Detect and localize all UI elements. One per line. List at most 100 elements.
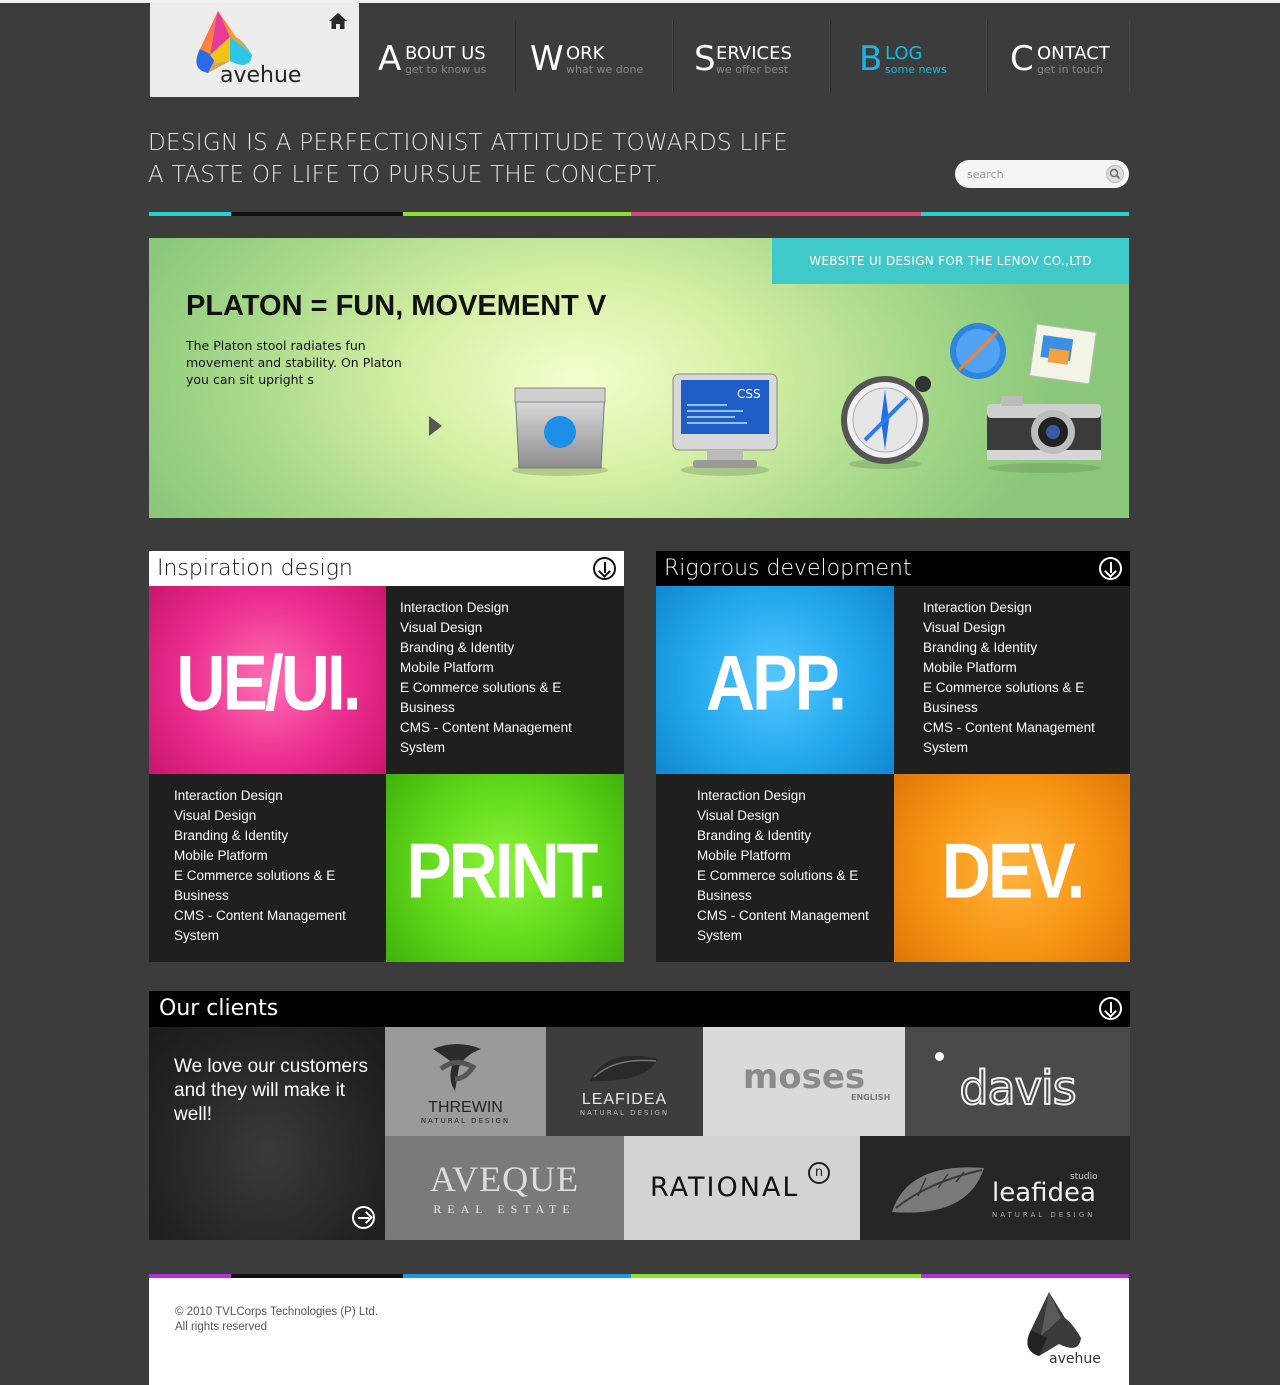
copyright-text: © 2010 TVLCorps Technologies (P) Ltd.	[175, 1306, 379, 1318]
service-list-item[interactable]: Business	[174, 886, 346, 906]
client-name: THREWIN	[428, 1099, 503, 1116]
service-list-item[interactable]: Mobile Platform	[923, 658, 1095, 678]
service-list-item[interactable]: Branding & Identity	[697, 826, 869, 846]
service-list-item[interactable]: Interaction Design	[923, 598, 1095, 618]
client-logo-rational[interactable]: RATIONAL n	[624, 1136, 860, 1240]
nav-subtitle: get in touch	[1037, 63, 1104, 76]
client-name: AVEQUE	[429, 1159, 580, 1199]
dev-tile[interactable]: DEV.	[894, 774, 1130, 962]
play-arrow-icon[interactable]	[429, 416, 442, 436]
home-icon[interactable]	[328, 11, 348, 31]
service-list-item[interactable]: Interaction Design	[697, 786, 869, 806]
nav-about-us[interactable]: A BOUT US get to know us	[362, 20, 515, 92]
clients-title: Our clients	[159, 996, 279, 1021]
service-list-item[interactable]: CMS - Content Management	[923, 718, 1095, 738]
next-arrow-icon[interactable]	[352, 1206, 375, 1229]
service-list-item[interactable]: CMS - Content Management	[400, 718, 572, 738]
nav-blog[interactable]: B LOG some news	[830, 20, 987, 92]
client-name: moses	[742, 1057, 866, 1097]
service-list-item[interactable]: Branding & Identity	[923, 638, 1095, 658]
service-list-item[interactable]: Business	[400, 698, 572, 718]
client-subtitle: NATURAL DESIGN	[579, 1109, 670, 1117]
print-tile[interactable]: PRINT.	[386, 774, 624, 962]
footer: © 2010 TVLCorps Technologies (P) Ltd. Al…	[149, 1278, 1129, 1385]
service-list-item[interactable]: CMS - Content Management	[174, 906, 346, 926]
nav-letter: W	[530, 39, 564, 79]
service-list-item[interactable]: Mobile Platform	[400, 658, 572, 678]
nav-title: ONTACT	[1037, 43, 1110, 64]
client-logo-davis[interactable]: davis	[905, 1027, 1130, 1136]
services-list: Interaction Design Visual Design Branding …	[400, 598, 572, 758]
service-list-item[interactable]: System	[697, 926, 869, 946]
logo[interactable]: avehue	[150, 3, 359, 97]
service-list-item[interactable]: Visual Design	[923, 618, 1095, 638]
app-tile[interactable]: APP.	[656, 586, 894, 774]
client-logo-moses[interactable]: moses ENGLISH	[703, 1027, 905, 1136]
client-logo-aveque[interactable]: AVEQUE REAL ESTATE	[385, 1136, 624, 1240]
camera-icon	[987, 396, 1101, 473]
nav-title: LOG	[885, 43, 923, 64]
service-list-item[interactable]: Interaction Design	[174, 786, 346, 806]
banner-tag[interactable]: WEBSITE UI DESIGN FOR THE LENOV CO.,LTD	[772, 238, 1129, 284]
photo-icon	[1029, 323, 1097, 385]
client-tag: studio	[1070, 1172, 1098, 1182]
client-subtitle: NATURAL DESIGN	[992, 1211, 1096, 1219]
threwin-logo-icon	[433, 1044, 481, 1091]
tagline: DESIGN IS A PERFECTIONIST ATTITUDE TOWAR…	[148, 127, 788, 191]
service-list-item[interactable]: Branding & Identity	[174, 826, 346, 846]
banner-description: The Platon stool radiates fun movement a…	[186, 338, 402, 387]
client-name: LEAFIDEA	[581, 1091, 668, 1108]
service-list-item[interactable]: Mobile Platform	[174, 846, 346, 866]
nav-subtitle: some news	[885, 63, 947, 76]
service-list-item[interactable]: Visual Design	[697, 806, 869, 826]
service-list-item[interactable]: Branding & Identity	[400, 638, 572, 658]
tagline-line-1: DESIGN IS A PERFECTIONIST ATTITUDE TOWAR…	[148, 130, 789, 156]
monitor-css-label: CSS	[737, 387, 761, 401]
service-list-item[interactable]: Visual Design	[400, 618, 572, 638]
service-list-item[interactable]: Business	[697, 886, 869, 906]
download-icon[interactable]	[1099, 557, 1122, 580]
service-list-item[interactable]: Interaction Design	[400, 598, 572, 618]
service-list-item[interactable]: System	[174, 926, 346, 946]
nav-contact[interactable]: C ONTACT get in touch	[987, 20, 1130, 92]
development-header: Rigorous development	[656, 551, 1130, 586]
client-logo-leafidea[interactable]: LEAFIDEA NATURAL DESIGN	[546, 1027, 703, 1136]
client-name: davis	[958, 1060, 1077, 1116]
client-logo-threwin[interactable]: THREWIN NATURAL DESIGN	[385, 1027, 546, 1136]
client-subtitle: NATURAL DESIGN	[420, 1117, 511, 1125]
nav-services[interactable]: S ERVICES we offer best	[673, 20, 830, 92]
nav-title: ERVICES	[716, 43, 792, 64]
app-label: APP.	[706, 639, 847, 727]
download-icon[interactable]	[593, 557, 616, 580]
service-list-item[interactable]: Mobile Platform	[697, 846, 869, 866]
service-list-item[interactable]: Business	[923, 698, 1095, 718]
search-input[interactable]	[967, 165, 1107, 183]
client-subtitle: ENGLISH	[851, 1093, 891, 1102]
ue-ui-label: UE/UI.	[176, 639, 361, 727]
ue-ui-tile[interactable]: UE/UI.	[149, 586, 386, 774]
service-list-item[interactable]: System	[400, 738, 572, 758]
rational-badge: n	[808, 1162, 830, 1184]
development-services-list-1: Interaction Design Visual Design Branding …	[894, 586, 1130, 774]
nav-subtitle: we offer best	[716, 63, 789, 76]
client-subtitle: REAL ESTATE	[433, 1202, 576, 1216]
service-list-item[interactable]: Visual Design	[174, 806, 346, 826]
client-name: leafidea	[992, 1178, 1096, 1208]
service-list-item[interactable]: E Commerce solutions & E	[174, 866, 346, 886]
download-icon[interactable]	[1099, 997, 1122, 1020]
leaf-studio-logo-icon	[892, 1167, 984, 1213]
service-list-item[interactable]: System	[923, 738, 1095, 758]
service-list-item[interactable]: E Commerce solutions & E	[400, 678, 572, 698]
service-list-item[interactable]: CMS - Content Management	[697, 906, 869, 926]
main-nav: A BOUT US get to know us W ORK what we d…	[362, 20, 1132, 92]
service-list-item[interactable]: E Commerce solutions & E	[697, 866, 869, 886]
inspiration-services-list-1: Interaction Design Visual Design Branding …	[386, 586, 624, 774]
nav-title: ORK	[566, 43, 605, 64]
search-icon[interactable]	[1106, 165, 1124, 183]
nav-letter: S	[694, 39, 716, 79]
service-list-item[interactable]: E Commerce solutions & E	[923, 678, 1095, 698]
client-logo-leafidea-studio[interactable]: leafidea studio NATURAL DESIGN	[860, 1136, 1130, 1240]
nav-work[interactable]: W ORK what we done	[515, 20, 673, 92]
leaf-logo-icon	[590, 1055, 658, 1082]
mac-drive-icon	[512, 387, 608, 476]
